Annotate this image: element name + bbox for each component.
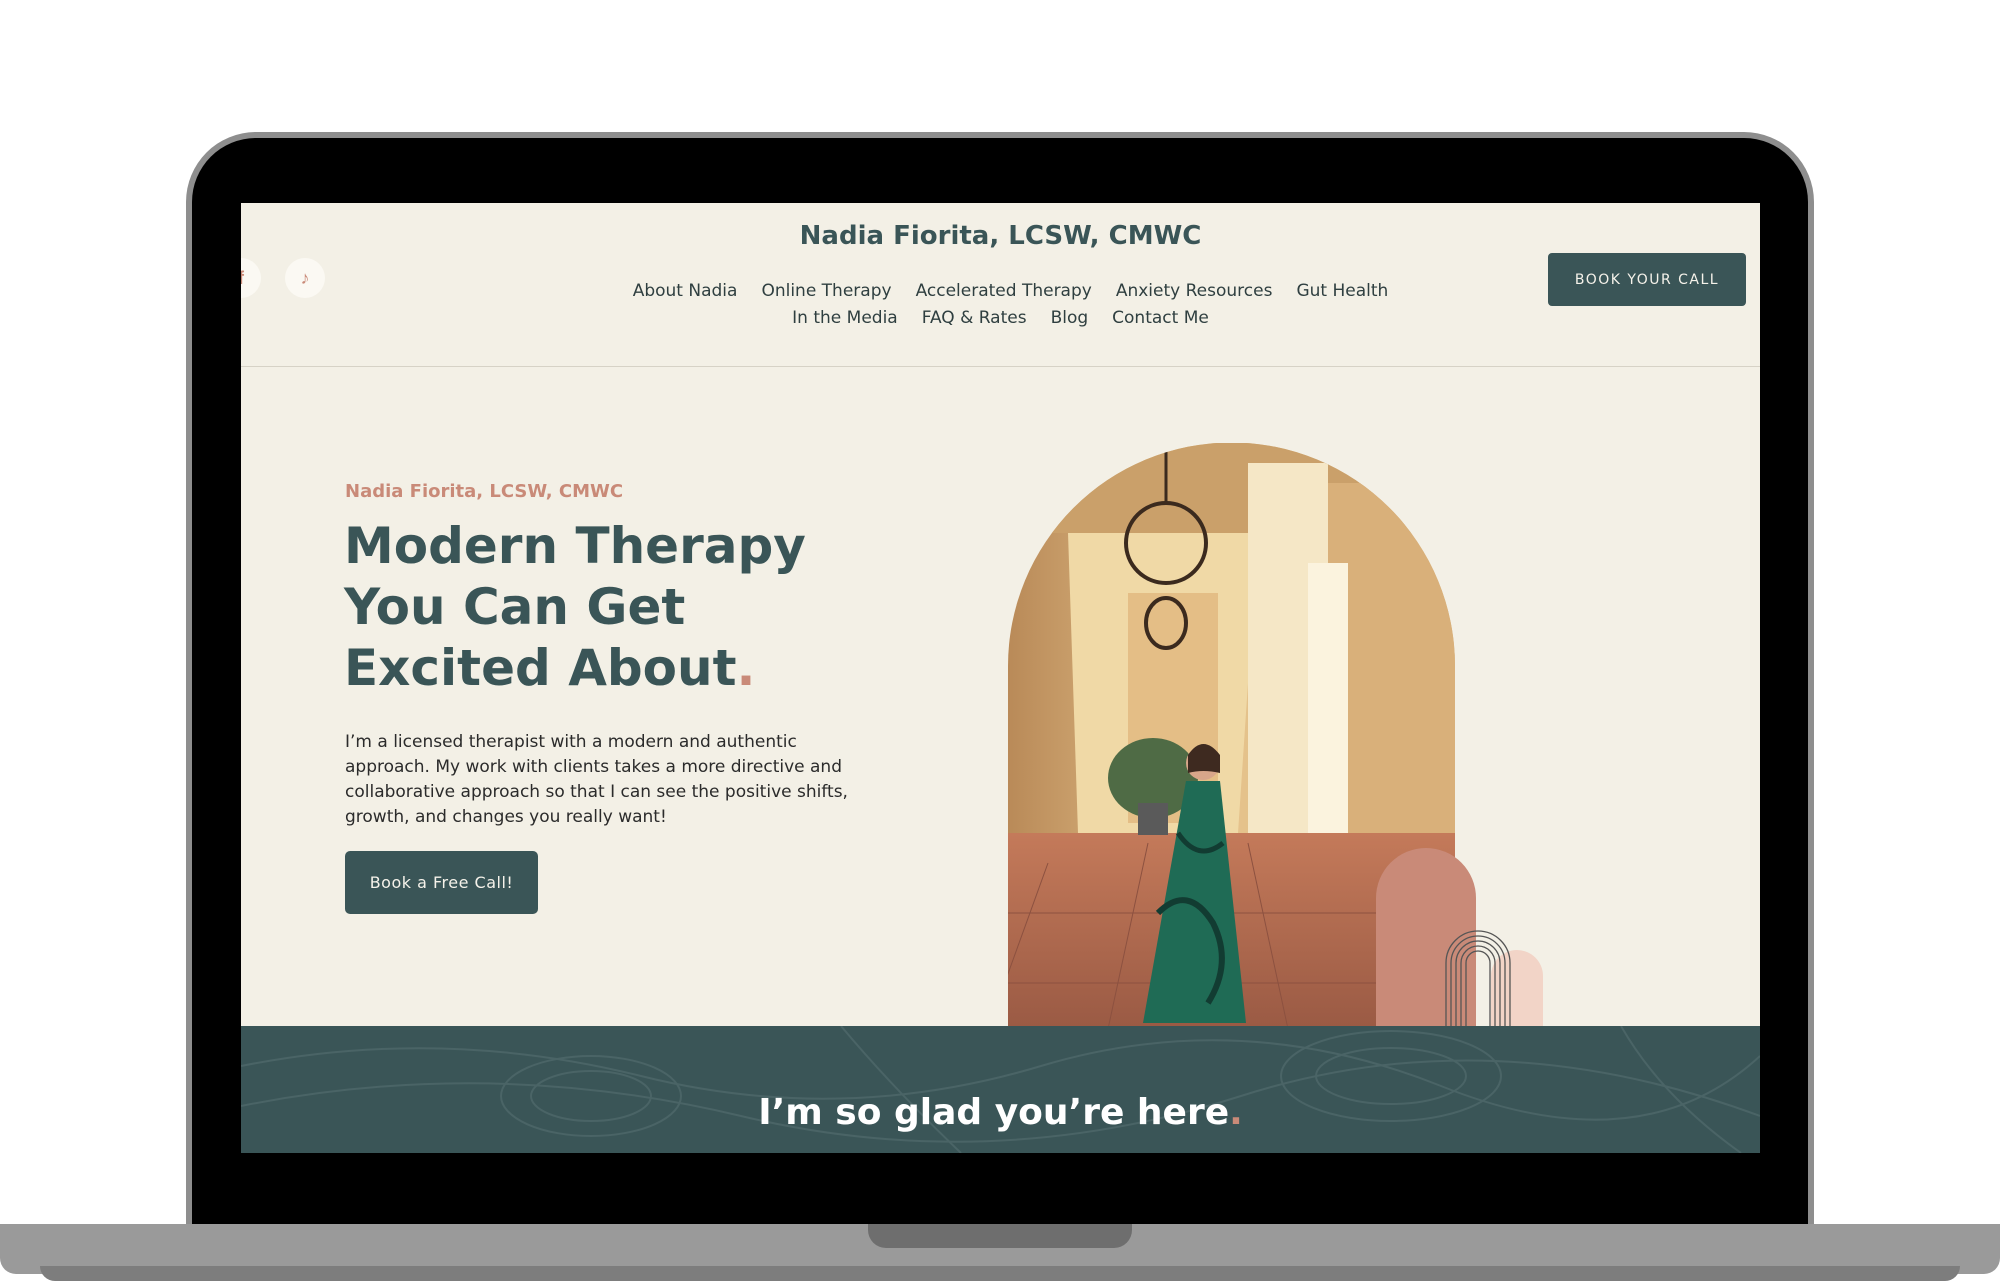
book-your-call-button[interactable]: BOOK YOUR CALL: [1548, 253, 1746, 306]
nav-accelerated-therapy[interactable]: Accelerated Therapy: [916, 281, 1092, 308]
main-nav: About Nadia Online Therapy Accelerated T…: [241, 281, 1760, 335]
welcome-heading: I’m so glad you’re here.: [241, 1092, 1760, 1133]
book-free-call-button[interactable]: Book a Free Call!: [345, 851, 538, 914]
nav-online-therapy[interactable]: Online Therapy: [761, 281, 891, 308]
nav-row-2: In the Media FAQ & Rates Blog Contact Me: [241, 308, 1760, 335]
site-header: Nadia Fiorita, LCSW, CMWC f ♪ About Nadi…: [241, 203, 1760, 367]
nav-about-nadia[interactable]: About Nadia: [633, 281, 738, 308]
hero-eyebrow: Nadia Fiorita, LCSW, CMWC: [345, 481, 624, 502]
laptop-screen: Nadia Fiorita, LCSW, CMWC f ♪ About Nadi…: [241, 203, 1760, 1153]
nav-gut-health[interactable]: Gut Health: [1296, 281, 1388, 308]
topographic-pattern: [241, 1026, 1760, 1153]
hero-heading: Modern Therapy You Can Get Excited About…: [344, 516, 884, 699]
nav-blog[interactable]: Blog: [1051, 308, 1089, 335]
laptop-base-foot: [40, 1266, 1960, 1281]
nav-in-the-media[interactable]: In the Media: [792, 308, 898, 335]
hero-heading-dot: .: [736, 639, 756, 697]
nav-faq-rates[interactable]: FAQ & Rates: [922, 308, 1027, 335]
welcome-banner: I’m so glad you’re here.: [241, 1026, 1760, 1153]
nav-contact-me[interactable]: Contact Me: [1112, 308, 1209, 335]
laptop-notch: [868, 1224, 1132, 1248]
decorative-arches: [1376, 848, 1543, 1033]
hero-description: I’m a licensed therapist with a modern a…: [345, 732, 848, 827]
site-title[interactable]: Nadia Fiorita, LCSW, CMWC: [241, 221, 1760, 251]
welcome-heading-text: I’m so glad you’re here: [758, 1092, 1230, 1133]
nav-row-1: About Nadia Online Therapy Accelerated T…: [261, 281, 1760, 308]
nav-anxiety-resources[interactable]: Anxiety Resources: [1116, 281, 1273, 308]
welcome-heading-dot: .: [1229, 1092, 1243, 1133]
